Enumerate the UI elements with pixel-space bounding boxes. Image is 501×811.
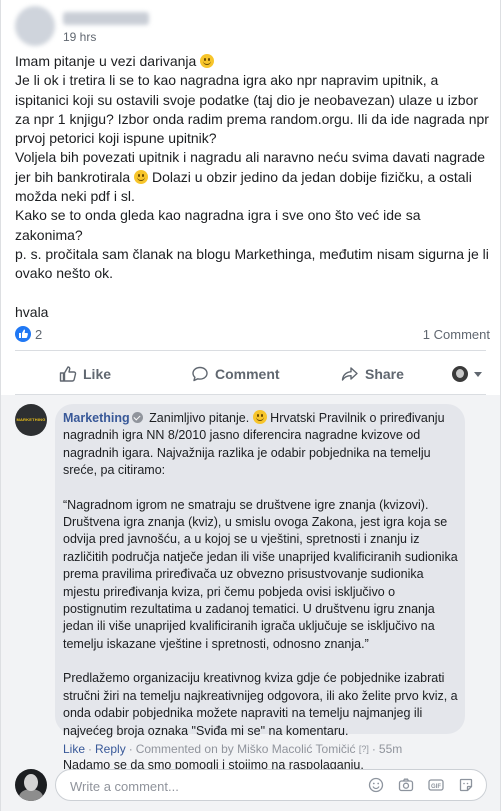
divider (15, 350, 486, 351)
comment-like-link[interactable]: Like (63, 742, 85, 756)
author-avatar[interactable] (15, 6, 55, 46)
verified-badge-icon (131, 412, 143, 423)
comment-button[interactable]: Comment (191, 356, 280, 392)
comment-bubble-icon (192, 366, 208, 382)
comment-as-selector[interactable] (452, 366, 482, 382)
comment-quote: “Nagradnom igrom ne smatraju se društven… (63, 497, 458, 651)
reactions-bar: 2 1 Comment (15, 324, 490, 344)
comment-count-link[interactable]: 1 Comment (423, 327, 490, 342)
share-button[interactable]: Share (341, 356, 404, 392)
post-paragraph: p. s. pročitala sam članak na blogu Mark… (15, 245, 489, 282)
like-button[interactable]: Like (59, 356, 111, 392)
post-timestamp[interactable]: 19 hrs (63, 30, 96, 44)
post-paragraph: Kako se to onda gleda kao nagradna igra … (15, 207, 421, 243)
emoji-picker-icon[interactable] (368, 777, 384, 793)
commenter-avatar[interactable]: MARKETHING (15, 404, 47, 436)
comment-paragraph: Predlažemo organizaciju kreativnog kviza… (63, 671, 458, 738)
gif-icon[interactable]: GIF (428, 777, 444, 793)
comment-meta: Like · Reply · Commented on by Miško Macolić… (63, 742, 403, 756)
post-paragraph: Imam pitanje u vezi darivanja (15, 52, 490, 71)
camera-icon[interactable] (398, 777, 414, 793)
user-avatar (452, 366, 468, 382)
thumbs-up-icon (59, 366, 77, 382)
current-user-avatar[interactable] (15, 769, 47, 801)
reaction-count[interactable]: 2 (35, 327, 42, 342)
comment-input[interactable] (68, 770, 292, 802)
author-name[interactable] (63, 12, 149, 25)
sticker-icon[interactable] (458, 777, 474, 793)
post-paragraph: Voljela bih povezati upitnik i nagradu a… (15, 149, 486, 205)
like-reaction-icon[interactable] (15, 326, 31, 342)
composer-icons: GIF (368, 777, 474, 793)
svg-text:GIF: GIF (431, 784, 441, 790)
commented-on-by[interactable]: Commented on by Miško Macolić Tomičić (136, 742, 356, 756)
post-header: 19 hrs (15, 6, 315, 46)
comment-timestamp[interactable]: 55m (379, 742, 402, 756)
comment-reply-link[interactable]: Reply (95, 742, 126, 756)
smiley-emoji-icon (252, 410, 267, 424)
post-body: Imam pitanje u vezi darivanja Je li ok i… (15, 52, 490, 322)
comment-composer: GIF (55, 769, 487, 802)
facebook-post: 19 hrs Imam pitanje u vezi darivanja Je … (0, 0, 501, 811)
help-icon[interactable]: [?] (359, 744, 369, 754)
comment-body: Markething Zanimljivo pitanje. Hrvatski … (63, 410, 459, 774)
post-actions: Like Comment Share (15, 356, 486, 392)
post-paragraph: Je li ok i tretira li se to kao nagradna… (15, 72, 489, 147)
chevron-down-icon (474, 371, 482, 377)
share-arrow-icon (341, 367, 358, 381)
smiley-emoji-icon (134, 169, 149, 184)
post-paragraph: hvala (15, 303, 49, 320)
comment-author-link[interactable]: Markething (63, 411, 130, 425)
smiley-emoji-icon (200, 54, 215, 68)
